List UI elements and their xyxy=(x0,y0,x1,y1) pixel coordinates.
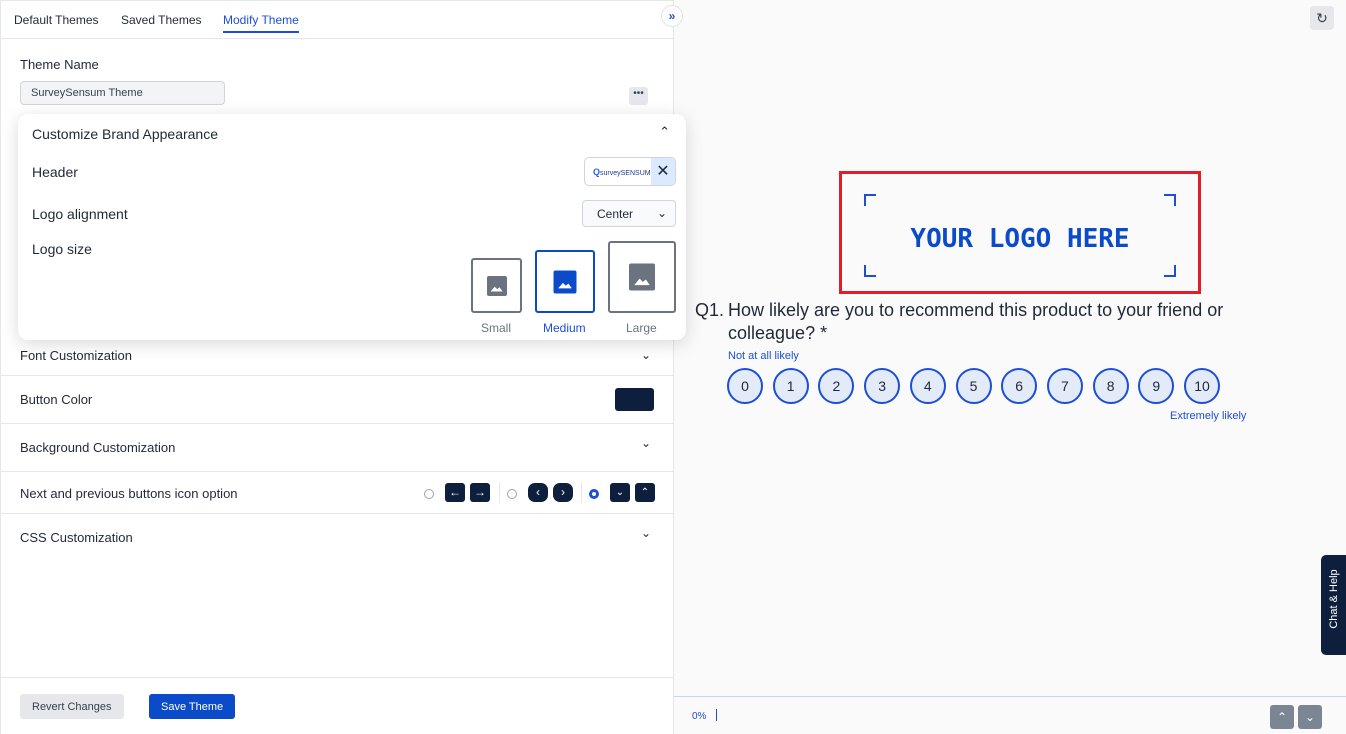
nps-option-7[interactable]: 7 xyxy=(1046,368,1083,404)
corner-bracket xyxy=(864,265,876,277)
surveysensum-logo: QsurveySENSUM xyxy=(593,167,651,177)
logo-placeholder-text: YOUR LOGO HERE xyxy=(910,224,1130,254)
logo-placeholder: YOUR LOGO HERE xyxy=(839,171,1201,294)
logo-size-medium[interactable] xyxy=(535,250,595,313)
collapse-panel-button[interactable]: » xyxy=(661,5,683,27)
chevron-right-icon: › xyxy=(553,483,573,502)
css-customization-row[interactable]: CSS Customization ⌄ xyxy=(1,514,673,562)
button-color-swatch[interactable] xyxy=(615,388,654,411)
button-color-row: Button Color xyxy=(1,376,673,424)
theme-name-label: Theme Name xyxy=(20,57,99,72)
revert-changes-button[interactable]: Revert Changes xyxy=(20,694,124,719)
high-label: Extremely likely xyxy=(1170,410,1247,422)
nps-option-5[interactable]: 5 xyxy=(955,368,992,404)
nps-option-10[interactable]: 10 xyxy=(1184,368,1220,404)
logo-size-small-label: Small xyxy=(481,321,512,335)
tab-modify-theme[interactable]: Modify Theme xyxy=(223,13,299,33)
chevron-down-icon: ⌄ xyxy=(656,206,667,220)
chevron-down-icon[interactable]: ⌄ xyxy=(641,526,651,540)
question-text: How likely are you to recommend this pro… xyxy=(728,300,1224,343)
question-number: Q1. xyxy=(695,300,725,320)
progress-text: 0% xyxy=(692,711,707,722)
logo-size-medium-label: Medium xyxy=(543,321,586,335)
nps-option-2[interactable]: 2 xyxy=(818,368,855,404)
logo-alignment-select[interactable]: Center ⌄ xyxy=(582,200,676,227)
corner-bracket xyxy=(1164,265,1176,277)
brand-appearance-title: Customize Brand Appearance xyxy=(32,126,218,142)
image-icon xyxy=(486,275,507,296)
save-theme-button[interactable]: Save Theme xyxy=(149,694,236,719)
low-label: Not at all likely xyxy=(728,350,799,362)
next-question-button[interactable]: ⌄ xyxy=(1298,705,1322,729)
logo-size-large[interactable] xyxy=(608,241,676,313)
radio-up-down-icons[interactable] xyxy=(589,489,599,499)
header-logo-preview: QsurveySENSUM ✕ xyxy=(584,157,676,186)
nav-icon-option-label: Next and previous buttons icon option xyxy=(20,486,238,501)
image-icon xyxy=(629,263,655,291)
nps-option-9[interactable]: 9 xyxy=(1138,368,1175,404)
panel-footer: Revert Changes Save Theme xyxy=(1,677,673,734)
background-customization-label: Background Customization xyxy=(20,440,176,455)
tab-saved-themes[interactable]: Saved Themes xyxy=(121,13,202,27)
refresh-icon[interactable]: ↻ xyxy=(1310,6,1334,30)
background-customization-row[interactable]: Background Customization ⌄ xyxy=(1,424,673,472)
logo-size-small[interactable] xyxy=(471,258,522,313)
chat-help-button[interactable]: Chat & Help xyxy=(1321,555,1346,655)
survey-preview: ↻ YOUR LOGO HERE Q1. How likely are you … xyxy=(674,0,1346,734)
font-customization-label: Font Customization xyxy=(20,348,132,363)
nps-option-3[interactable]: 3 xyxy=(864,368,901,404)
chevron-down-icon[interactable]: ⌄ xyxy=(641,436,651,450)
nps-option-8[interactable]: 8 xyxy=(1092,368,1129,404)
nps-option-1[interactable]: 1 xyxy=(772,368,809,404)
nps-option-4[interactable]: 4 xyxy=(909,368,946,404)
progress-indicator xyxy=(716,709,717,721)
chat-help-label: Chat & Help xyxy=(1328,569,1340,629)
previous-question-button[interactable]: ⌃ xyxy=(1270,705,1294,729)
logo-size-large-label: Large xyxy=(626,321,657,335)
nps-option-6[interactable]: 6 xyxy=(1001,368,1038,404)
progress-bar: 0% ⌃ ⌄ xyxy=(674,696,1346,734)
theme-tabs: Default Themes Saved Themes Modify Theme xyxy=(1,0,673,39)
theme-panel: Default Themes Saved Themes Modify Theme… xyxy=(0,0,674,734)
logo-size-label: Logo size xyxy=(32,241,92,257)
theme-name-input[interactable] xyxy=(20,81,225,105)
chevron-down-icon[interactable]: ⌄ xyxy=(641,348,651,362)
corner-bracket xyxy=(1164,194,1176,206)
divider xyxy=(581,482,582,503)
corner-bracket xyxy=(864,194,876,206)
logo-alignment-label: Logo alignment xyxy=(32,206,128,222)
arrow-right-icon: → xyxy=(470,483,490,502)
chevron-up-icon[interactable]: ⌃ xyxy=(659,124,670,140)
radio-arrow-icons[interactable] xyxy=(424,489,434,499)
arrow-left-icon: ← xyxy=(445,483,465,502)
tab-default-themes[interactable]: Default Themes xyxy=(14,13,99,27)
header-label: Header xyxy=(32,164,78,180)
chevron-up-icon: ⌃ xyxy=(635,483,655,502)
chevron-left-icon: ‹ xyxy=(528,483,548,502)
remove-logo-button[interactable]: ✕ xyxy=(651,158,675,185)
image-icon xyxy=(553,270,577,293)
brand-appearance-card: Customize Brand Appearance ⌃ Header Qsur… xyxy=(18,114,686,340)
nps-option-0[interactable]: 0 xyxy=(727,368,763,404)
divider xyxy=(499,482,500,503)
radio-chevron-icons[interactable] xyxy=(507,489,517,499)
logo-alignment-value: Center xyxy=(597,207,634,221)
css-customization-label: CSS Customization xyxy=(20,530,133,545)
button-color-label: Button Color xyxy=(20,392,93,407)
chevron-down-icon: ⌄ xyxy=(610,483,630,502)
more-options-button[interactable]: ••• xyxy=(629,87,648,105)
